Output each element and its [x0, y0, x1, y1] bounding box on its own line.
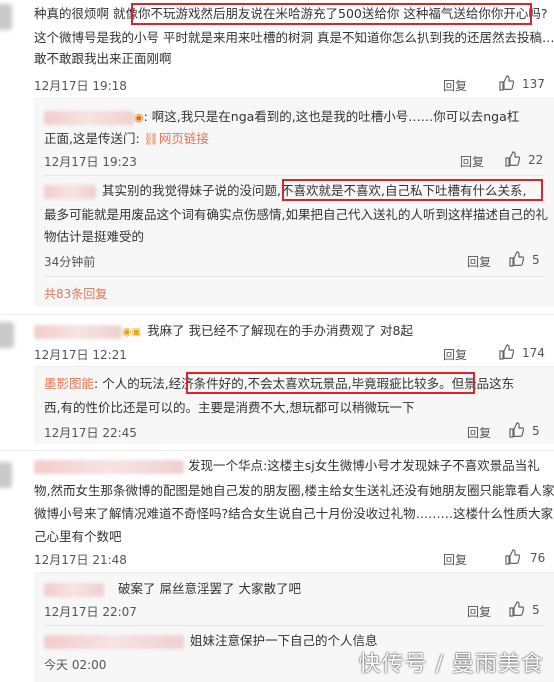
like-count: 5 [532, 253, 540, 267]
reply-button[interactable]: 回复 [443, 346, 467, 363]
divider [44, 625, 544, 626]
highlight-box [131, 3, 532, 25]
reply-text-part: 破案了 屌丝意淫罢了 大家散了吧 [118, 581, 301, 596]
comment-text-part: 我麻了 我已经不了解现在的手办消费观了 对8起 [147, 323, 413, 338]
comment-time: 12月17日 21:48 [34, 553, 127, 567]
divider [44, 276, 544, 277]
highlight-box [186, 372, 475, 394]
comment-time: 12月17日 19:18 [34, 79, 127, 93]
reply-text-part: 姐妹注意保护一下自己的个人信息 [190, 633, 378, 648]
reply-text-part: : 啊这,我只是在nga看到的,这也是我的吐槽小号……你可以去nga杠 [143, 109, 520, 124]
comment-text-part: 发现一个华点:这楼主sj女生微博小号才发现妹子不喜欢景品当礼 [188, 458, 540, 473]
comment-text: 物,然而女生那条微博的配图是她自己发的朋友圈,楼主给女生送礼还没有她朋友圈只能靠… [34, 483, 554, 498]
thumbs-up-icon[interactable] [508, 422, 524, 438]
user-badge-icon: ◉ [134, 111, 144, 124]
reply-text: 姐妹注意保护一下自己的个人信息 [44, 630, 378, 651]
reply-time: 今天 02:00 [44, 658, 107, 672]
comment-text: 微博小号来了解情况难道不奇怪吗?结合女生说自己十月份没收过礼物………这楼什么性质… [34, 506, 554, 521]
reply-text-part: 其实别的我觉得妹子说的没问题, [102, 183, 281, 198]
comment-text: 这个微博号是我的小号 平时就是来用来吐槽的树洞 真是不知道你怎么扒到我的还居然去… [34, 30, 554, 45]
reply-button[interactable]: 回复 [467, 603, 491, 620]
blurred-username[interactable] [44, 582, 104, 597]
comment-text-part: 种真的很烦啊 就像 [34, 6, 138, 21]
reply-text: 物估计是挺难受的 [44, 229, 145, 244]
blurred-username[interactable] [34, 324, 122, 339]
reply-text: 最多可能就是用废品这个词有确实点伤感情,如果把自己代入送礼的人听到这样描述自己的… [44, 207, 548, 222]
like-count: 5 [532, 603, 540, 617]
thumbs-up-icon[interactable] [498, 344, 514, 360]
reply-button[interactable]: 回复 [467, 424, 491, 441]
reply-button[interactable]: 回复 [467, 253, 491, 270]
divider [44, 175, 544, 176]
thumbs-up-icon[interactable] [504, 549, 520, 565]
blurred-username[interactable] [34, 459, 184, 474]
thumbs-up-icon[interactable] [498, 75, 514, 91]
reply-username[interactable]: 墨影图能 [44, 376, 94, 391]
reply-time: 12月17日 22:07 [44, 605, 137, 619]
like-count: 137 [522, 77, 545, 91]
thumbs-up-icon[interactable] [508, 251, 524, 267]
like-count: 22 [528, 153, 544, 167]
comment-time: 12月17日 12:21 [34, 348, 127, 362]
divider [0, 450, 554, 451]
divider [34, 98, 554, 99]
avatar[interactable] [0, 4, 12, 30]
user-badge-icon: ◉ [122, 325, 132, 338]
reply-text: 正面,这是传送门: ⛓网页链接 [44, 128, 209, 150]
watermark: 快传号 / 曼雨美食 [358, 652, 544, 677]
divider [34, 366, 554, 367]
like-count: 174 [522, 346, 545, 360]
reply-button[interactable]: 回复 [443, 551, 467, 568]
blurred-username[interactable] [44, 110, 134, 125]
reply-button[interactable]: 回复 [443, 77, 467, 94]
reply-text: ◉: 啊这,我只是在nga看到的,这也是我的吐槽小号……你可以去nga杠 [44, 106, 519, 128]
reply-time: 12月17日 22:45 [44, 426, 137, 440]
divider [0, 314, 554, 315]
reply-time: 12月17日 19:23 [44, 155, 137, 169]
thumbs-up-icon[interactable] [508, 601, 524, 617]
like-count: 5 [532, 424, 540, 438]
comment-text: 己心里有个数吧 [34, 529, 122, 544]
reply-text: 破案了 屌丝意淫罢了 大家散了吧 [44, 578, 301, 599]
reply-time: 34分钟前 [44, 255, 96, 269]
like-count: 76 [530, 551, 546, 565]
avatar[interactable] [0, 322, 14, 348]
blurred-username[interactable] [44, 184, 96, 199]
comment-text: 发现一个华点:这楼主sj女生微博小号才发现妹子不喜欢景品当礼 [34, 455, 540, 476]
divider [34, 572, 554, 573]
comment-text: ◉▣ 我麻了 我已经不了解现在的手办消费观了 对8起 [34, 320, 413, 343]
comment-text: 敢不敢跟我出来正面刚啊 [34, 51, 172, 66]
highlight-box [282, 179, 543, 201]
lock-icon: ▣ [131, 327, 142, 338]
web-link[interactable]: 网页链接 [159, 131, 209, 146]
comment-thread: 种真的很烦啊 就像你不玩游戏然后朋友说在米哈游充了500送给你 这种福气送给你你… [0, 0, 554, 682]
thumbs-up-icon[interactable] [504, 151, 520, 167]
reply-text: 西,有的性价比还是可以的。主要是消费不大,想玩都可以稍微玩一下 [44, 400, 415, 415]
reply-button[interactable]: 回复 [460, 153, 484, 170]
reply-text-part: 正面,这是传送门: [44, 131, 140, 146]
view-all-replies-link[interactable]: 共83条回复 [44, 285, 107, 302]
blurred-username[interactable] [44, 634, 184, 649]
reply-text-part: : 个人的玩法, [94, 376, 169, 391]
link-icon: ⛓ [143, 132, 159, 146]
avatar[interactable] [0, 462, 12, 488]
